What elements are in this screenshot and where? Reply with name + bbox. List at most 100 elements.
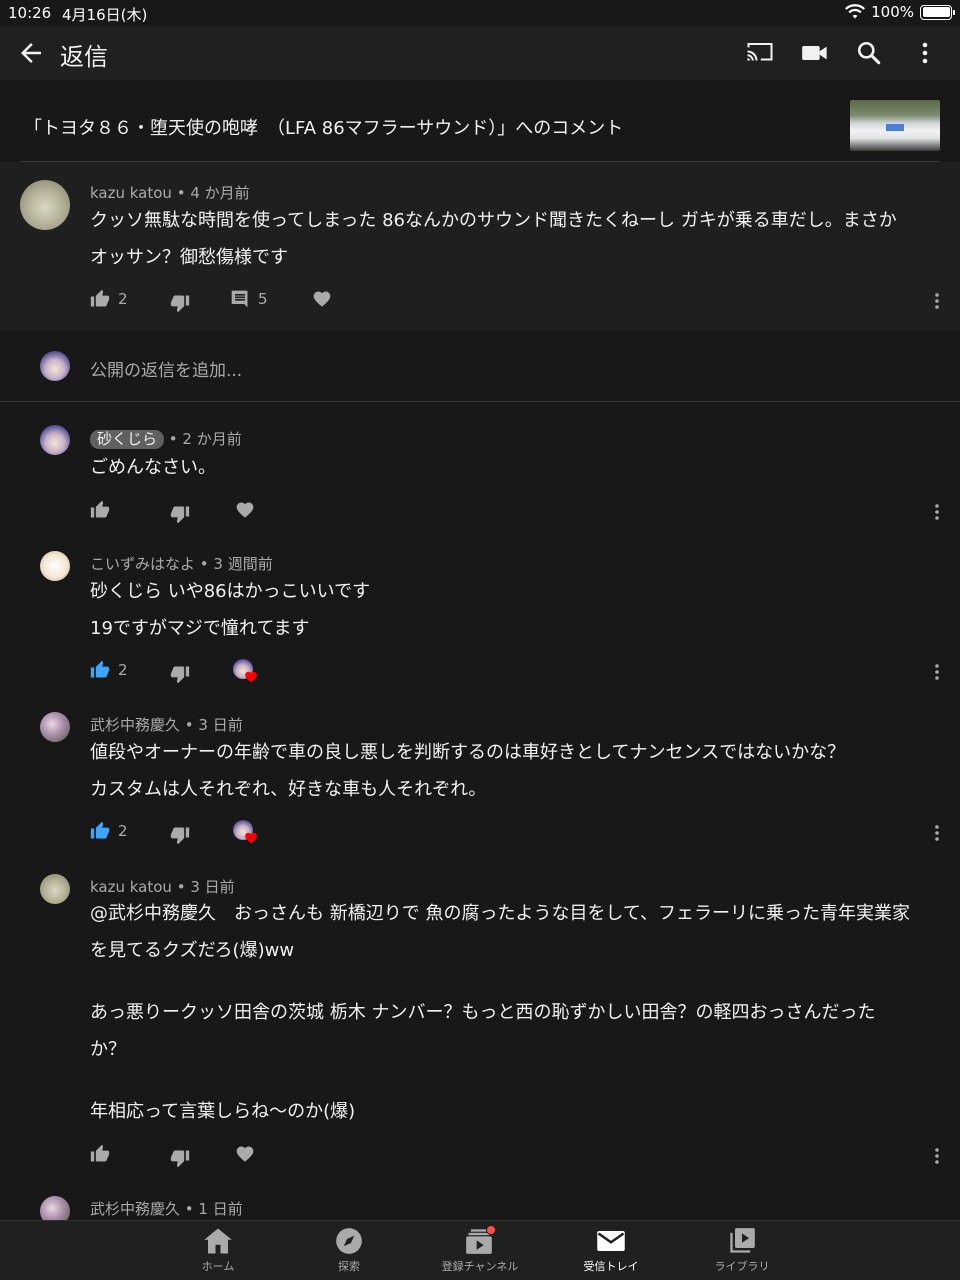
like-button[interactable]: 2	[90, 821, 128, 841]
comment-text: ごめんなさい。	[90, 449, 940, 486]
back-arrow-icon[interactable]	[16, 38, 46, 68]
like-button[interactable]: 2	[90, 660, 128, 680]
like-button[interactable]	[90, 500, 110, 520]
heart-icon	[313, 291, 331, 307]
like-count: 2	[118, 290, 128, 308]
avatar[interactable]	[20, 180, 70, 230]
thumb-down-icon	[170, 1150, 190, 1168]
library-icon	[730, 1228, 755, 1253]
channel-owner-badge[interactable]: 砂くじら	[90, 430, 165, 449]
comment-text: 値段やオーナーの年齢で車の良し悪しを判断するのは車好きとしてナンセンスではないか…	[90, 734, 940, 808]
comment-line	[90, 1068, 940, 1093]
heart-button[interactable]	[235, 500, 255, 520]
thumb-up-icon	[90, 500, 110, 518]
reply-count: 5	[258, 290, 268, 308]
thumb-up-icon	[90, 821, 110, 839]
creator-heart	[233, 820, 259, 846]
wifi-icon	[845, 4, 866, 19]
avatar[interactable]	[40, 425, 70, 455]
like-button[interactable]	[90, 1144, 110, 1164]
comment-meta: kazu katou • 4 か月前	[90, 184, 250, 202]
comment-meta: こいずみはなよ • 3 週間前	[90, 555, 273, 573]
comment-meta: 武杉中務慶久 • 1 日前	[90, 1200, 243, 1218]
thumb-down-icon	[170, 666, 190, 684]
page-title: 返信	[60, 43, 108, 71]
video-title: 「トヨタ８６・堕天使の咆哮 （LFA 86マフラーサウンド）」へのコメント	[24, 118, 624, 139]
nav-explore[interactable]: 探索	[289, 1227, 409, 1274]
nav-inbox[interactable]: 受信トレイ	[551, 1227, 671, 1274]
video-thumbnail[interactable]	[850, 100, 940, 151]
video-header: 「トヨタ８６・堕天使の咆哮 （LFA 86マフラーサウンド）」へのコメント	[0, 80, 960, 162]
dislike-button[interactable]	[170, 293, 190, 313]
comment-line: @武杉中務慶久 おっさんも 新橋辺りで 魚の腐ったような目をして、フェラーリに乗…	[90, 903, 910, 924]
thumb-up-icon	[90, 660, 110, 678]
comment-actions	[90, 500, 950, 524]
comment-line: あっ悪りークッソ田舎の茨城 栃木 ナンバー？もっと西の恥ずかしい田舎？の軽四おっ…	[90, 1002, 876, 1023]
comment-menu-icon[interactable]	[931, 660, 943, 684]
heart-button[interactable]	[235, 1144, 255, 1164]
comment-line: 年相応って言葉しらね〜のか(爆)	[90, 1101, 356, 1122]
parent-comment: kazu katou • 4 か月前 クッソ無駄な時間を使ってしまった 86なん…	[0, 162, 960, 330]
thumb-up-icon	[90, 289, 110, 307]
avatar[interactable]	[40, 1196, 70, 1220]
comment-menu-icon[interactable]	[931, 500, 943, 524]
comment-line: か？	[90, 1039, 126, 1060]
like-count: 2	[118, 661, 128, 679]
nav-label: 受信トレイ	[583, 1260, 639, 1273]
thumb-down-icon	[170, 295, 190, 313]
comment-time: • 2 か月前	[164, 430, 242, 448]
dislike-button[interactable]	[170, 1148, 190, 1168]
comment-meta: 砂くじら • 2 か月前	[90, 428, 242, 449]
home-icon	[204, 1228, 232, 1254]
replies-list: 砂くじら • 2 か月前 ごめんなさい。 こいずみはなよ • 3 週間前 砂くじ…	[0, 403, 960, 1220]
search-icon[interactable]	[852, 36, 886, 70]
nav-label: ホーム	[201, 1260, 235, 1273]
avatar[interactable]	[40, 551, 70, 581]
like-button[interactable]: 2	[90, 289, 128, 309]
more-vert-icon[interactable]	[908, 36, 942, 70]
comment-meta: kazu katou • 3 日前	[90, 878, 235, 896]
nav-label: ライブラリ	[714, 1260, 770, 1273]
dislike-button[interactable]	[170, 504, 190, 524]
avatar	[40, 351, 70, 381]
comment-actions: 2	[90, 659, 950, 685]
cast-icon[interactable]	[743, 36, 777, 70]
heart-icon	[236, 502, 254, 518]
heart-icon	[236, 1146, 254, 1162]
comment-line: カスタムは人それぞれ、好きな車も人それぞれ。	[90, 779, 487, 800]
thumb-up-icon	[90, 1144, 110, 1162]
comment-line: クッソ無駄な時間を使ってしまった 86なんかのサウンド聞きたくねーし ガキが乗る…	[90, 210, 897, 231]
bottom-nav: ホーム 探索 登録チャンネル 受信トレイ ライブラリ	[0, 1220, 960, 1280]
comment-menu-icon[interactable]	[931, 289, 943, 313]
comment-actions	[90, 1144, 950, 1168]
nav-library[interactable]: ライブラリ	[682, 1227, 802, 1274]
comment-line: 値段やオーナーの年齢で車の良し悪しを判断するのは車好きとしてナンセンスではないか…	[90, 742, 846, 763]
comment-meta: 武杉中務慶久 • 3 日前	[90, 716, 243, 734]
avatar[interactable]	[40, 712, 70, 742]
notification-dot	[486, 1225, 496, 1235]
comment-line	[90, 969, 940, 994]
heart-button[interactable]	[312, 289, 332, 309]
creator-heart	[233, 659, 259, 685]
comment-text: クッソ無駄な時間を使ってしまった 86なんかのサウンド聞きたくねーし ガキが乗る…	[90, 202, 940, 276]
like-count: 2	[118, 822, 128, 840]
avatar[interactable]	[40, 874, 70, 904]
nav-subscriptions[interactable]: 登録チャンネル	[420, 1225, 540, 1274]
heart-icon	[245, 671, 257, 683]
comment-icon	[231, 290, 248, 308]
comment-line: を見てるクズだろ(爆)ww	[90, 940, 295, 961]
add-reply-bar[interactable]: 公開の返信を追加...	[0, 330, 960, 402]
video-camera-icon[interactable]	[798, 36, 832, 70]
comment-line: 19ですがマジで憧れてます	[90, 618, 310, 639]
nav-label: 探索	[338, 1260, 360, 1273]
dislike-button[interactable]	[170, 664, 190, 684]
battery-percent: 100%	[871, 3, 914, 21]
reply-button[interactable]: 5	[230, 289, 268, 309]
reply-input-placeholder[interactable]: 公開の返信を追加...	[90, 356, 242, 381]
comment-actions: 2	[90, 820, 950, 846]
comment-menu-icon[interactable]	[931, 1144, 943, 1168]
nav-home[interactable]: ホーム	[158, 1227, 278, 1274]
dislike-button[interactable]	[170, 825, 190, 845]
inbox-icon	[597, 1231, 625, 1251]
comment-menu-icon[interactable]	[931, 821, 943, 845]
